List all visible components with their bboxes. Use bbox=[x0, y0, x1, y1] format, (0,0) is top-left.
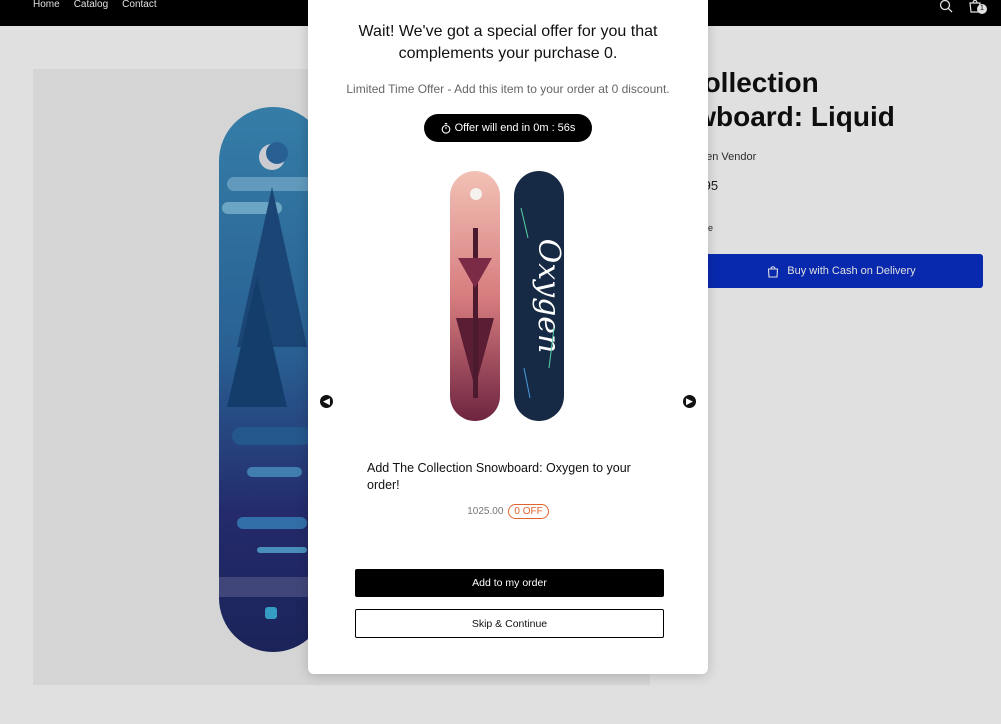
offer-price: 1025.00 bbox=[467, 506, 504, 517]
add-to-order-button[interactable]: Add to my order bbox=[355, 569, 664, 597]
modal-heading-line-2: complements your purchase 0. bbox=[398, 45, 618, 62]
carousel-next-button[interactable]: ▶ bbox=[683, 395, 696, 408]
skip-continue-button[interactable]: Skip & Continue bbox=[355, 609, 664, 638]
chevron-right-icon: ▶ bbox=[686, 396, 693, 406]
modal-heading: Wait! We've got a special offer for you … bbox=[328, 21, 688, 65]
offer-title: Add The Collection Snowboard: Oxygen to … bbox=[367, 461, 631, 492]
offer-timer: Offer will end in 0m : 56s bbox=[424, 114, 592, 142]
upsell-modal: Wait! We've got a special offer for you … bbox=[308, 0, 708, 674]
offer-price-row: 1025.00 0 OFF bbox=[308, 504, 708, 519]
offer-product-image: Oxygen bbox=[450, 171, 566, 421]
discount-badge: 0 OFF bbox=[508, 504, 549, 519]
modal-heading-line-1: Wait! We've got a special offer for you … bbox=[358, 23, 658, 40]
stopwatch-icon bbox=[441, 122, 450, 134]
offer-subtext: Limited Time Offer - Add this item to yo… bbox=[346, 82, 670, 96]
carousel-prev-button[interactable]: ◀ bbox=[320, 395, 333, 408]
offer-timer-text: Offer will end in 0m : 56s bbox=[454, 122, 576, 134]
chevron-left-icon: ◀ bbox=[323, 396, 330, 406]
offer-board-brand-text: Oxygen bbox=[531, 239, 566, 354]
